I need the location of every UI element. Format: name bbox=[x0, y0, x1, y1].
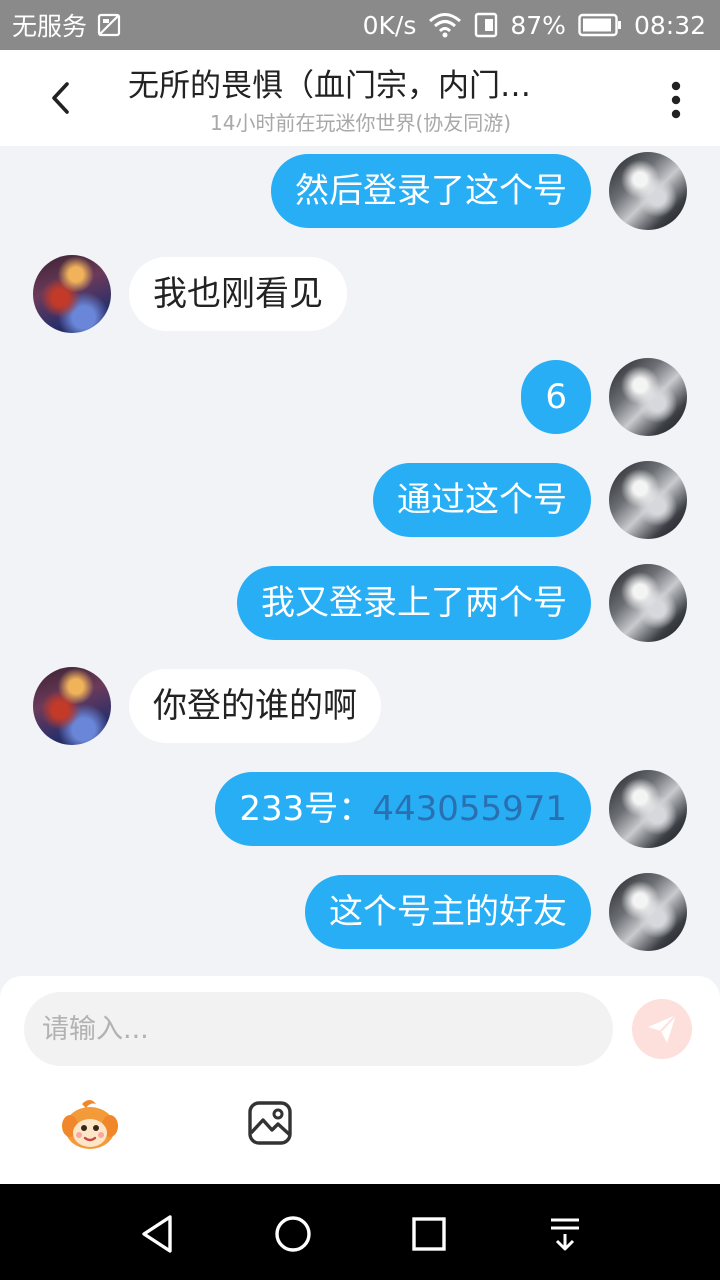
image-icon bbox=[248, 1101, 292, 1145]
more-vertical-icon bbox=[671, 81, 681, 119]
nav-home-button[interactable] bbox=[271, 1212, 315, 1256]
clock-text: 08:32 bbox=[633, 10, 706, 40]
my-avatar[interactable] bbox=[609, 873, 687, 951]
chat-screen: 无服务 0K/s 87% 08:32 无所的畏惧（血门宗，内门… 14小时前在玩… bbox=[0, 0, 720, 1280]
emoji-button[interactable] bbox=[60, 1096, 120, 1152]
wifi-icon bbox=[428, 12, 462, 38]
message-row: 6 bbox=[0, 352, 720, 442]
my-avatar[interactable] bbox=[609, 564, 687, 642]
received-message-bubble[interactable]: 你登的谁的啊 bbox=[129, 669, 381, 743]
sent-message-bubble[interactable]: 我又登录上了两个号 bbox=[237, 566, 591, 640]
message-row: 然后登录了这个号 bbox=[0, 146, 720, 236]
chevron-left-icon bbox=[52, 82, 69, 114]
sent-message-bubble[interactable]: 233号：443055971 bbox=[215, 772, 591, 846]
friend-avatar[interactable] bbox=[33, 255, 111, 333]
send-button[interactable] bbox=[632, 999, 692, 1059]
composer bbox=[0, 976, 720, 1184]
sim-icon bbox=[97, 13, 121, 37]
my-avatar[interactable] bbox=[609, 770, 687, 848]
message-row: 这个号主的好友 bbox=[0, 867, 720, 957]
my-avatar[interactable] bbox=[609, 358, 687, 436]
carrier-text: 无服务 bbox=[12, 12, 88, 41]
message-row: 我也刚看见 bbox=[0, 249, 720, 339]
message-row: 你登的谁的啊 bbox=[0, 661, 720, 751]
square-recents-icon bbox=[412, 1217, 446, 1251]
nav-back-button[interactable] bbox=[135, 1212, 179, 1256]
account-number-link[interactable]: 443055971 bbox=[372, 789, 567, 829]
my-avatar[interactable] bbox=[609, 461, 687, 539]
message-text-prefix: 233号： bbox=[239, 789, 373, 829]
message-list: 然后登录了这个号 我也刚看见 6 通过这个号 我又登录上了两个号 你登的谁的啊 … bbox=[0, 146, 720, 976]
battery-icon bbox=[578, 13, 622, 37]
nav-notification-button[interactable] bbox=[543, 1212, 587, 1256]
mascot-emoji-icon bbox=[62, 1100, 118, 1149]
image-picker-button[interactable] bbox=[245, 1098, 295, 1148]
triangle-back-icon bbox=[142, 1215, 172, 1253]
system-nav-bar bbox=[0, 1184, 720, 1280]
circle-home-icon bbox=[275, 1216, 311, 1252]
sent-message-bubble[interactable]: 然后登录了这个号 bbox=[271, 154, 591, 228]
back-button[interactable] bbox=[30, 68, 90, 128]
my-avatar[interactable] bbox=[609, 152, 687, 230]
sent-message-bubble[interactable]: 通过这个号 bbox=[373, 463, 591, 537]
phone-storage-icon bbox=[474, 12, 498, 38]
message-row: 我又登录上了两个号 bbox=[0, 558, 720, 648]
friend-avatar[interactable] bbox=[33, 667, 111, 745]
chat-subtitle: 14小时前在玩迷你世界(协友同游) bbox=[210, 111, 512, 135]
message-input-container[interactable] bbox=[24, 992, 613, 1066]
pull-down-icon bbox=[551, 1218, 579, 1251]
more-button[interactable] bbox=[652, 70, 700, 130]
net-speed-text: 0K/s bbox=[362, 10, 417, 40]
battery-percent-text: 87% bbox=[510, 10, 566, 40]
status-bar: 无服务 0K/s 87% 08:32 bbox=[0, 0, 720, 50]
sent-message-bubble[interactable]: 6 bbox=[521, 360, 591, 434]
message-row: 通过这个号 bbox=[0, 455, 720, 545]
received-message-bubble[interactable]: 我也刚看见 bbox=[129, 257, 347, 331]
message-row: 233号：443055971 bbox=[0, 764, 720, 854]
nav-recents-button[interactable] bbox=[407, 1212, 451, 1256]
chat-header: 无所的畏惧（血门宗，内门… 14小时前在玩迷你世界(协友同游) bbox=[0, 50, 720, 146]
message-input[interactable] bbox=[42, 1013, 595, 1045]
sent-message-bubble[interactable]: 这个号主的好友 bbox=[305, 875, 591, 949]
chat-title: 无所的畏惧（血门宗，内门… bbox=[128, 68, 531, 104]
paper-plane-icon bbox=[648, 1014, 677, 1043]
